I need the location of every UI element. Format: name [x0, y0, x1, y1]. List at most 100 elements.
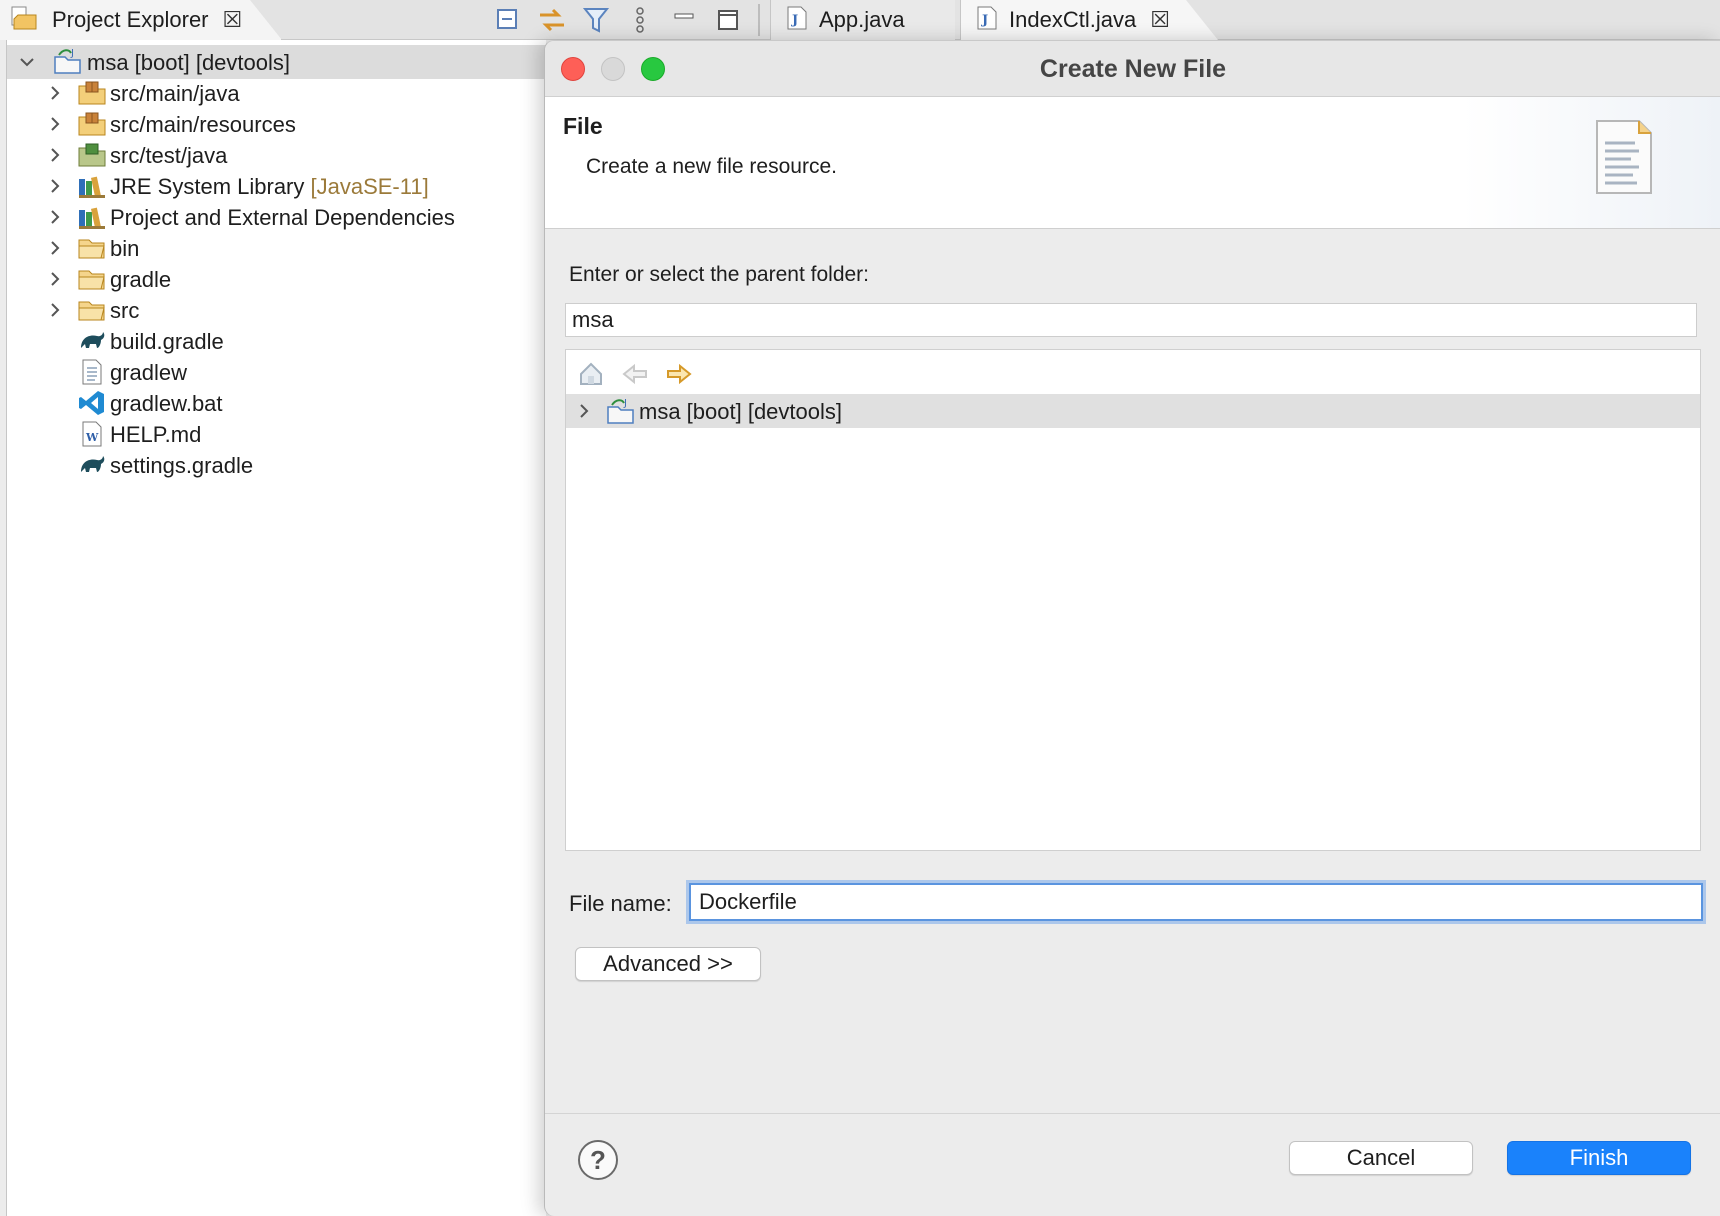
cancel-button[interactable]: Cancel — [1289, 1141, 1473, 1175]
source-folder-icon — [77, 79, 107, 107]
divider — [545, 1113, 1720, 1114]
view-menu-icon[interactable] — [622, 2, 658, 38]
wizard-banner: File Create a new file resource. — [545, 97, 1720, 229]
parent-folder-input[interactable] — [565, 303, 1697, 337]
library-icon — [77, 172, 107, 200]
tab-label: Project Explorer — [52, 7, 209, 32]
banner-title: File — [563, 113, 603, 139]
tree-nav-toolbar — [574, 356, 696, 392]
dialog-titlebar[interactable]: Create New File — [545, 41, 1720, 97]
home-icon[interactable] — [574, 357, 608, 391]
tree-item[interactable]: src/test/java — [7, 138, 547, 172]
banner-description: Create a new file resource. — [586, 155, 837, 178]
tree-item[interactable]: gradle — [7, 262, 547, 296]
word-file-icon: W — [77, 420, 107, 448]
tree-item[interactable]: src/main/resources — [7, 107, 547, 141]
tree-item-project[interactable]: J msa [boot] [devtools] — [566, 394, 1700, 428]
filter-icon[interactable] — [578, 2, 614, 38]
chevron-right-icon[interactable] — [45, 145, 65, 165]
view-toolbar — [490, 0, 746, 40]
link-with-editor-icon[interactable] — [534, 2, 570, 38]
chevron-right-icon[interactable] — [45, 300, 65, 320]
minimize-icon[interactable] — [666, 2, 702, 38]
java-file-icon: J — [785, 5, 809, 36]
file-name-label: File name: — [569, 891, 672, 916]
chevron-right-icon[interactable] — [45, 83, 65, 103]
vscode-file-icon — [77, 389, 107, 417]
folder-icon — [77, 234, 107, 262]
tree-item-label: JRE System Library [JavaSE-11] — [110, 174, 429, 199]
close-icon[interactable]: ☒ — [223, 7, 243, 33]
divider — [758, 4, 760, 36]
svg-text:J: J — [981, 13, 988, 28]
tree-item-label: src — [110, 298, 140, 323]
tree-item-decoration: [JavaSE-11] — [310, 174, 429, 199]
advanced-button[interactable]: Advanced >> — [575, 947, 761, 981]
help-icon[interactable]: ? — [578, 1140, 618, 1180]
tree-item[interactable]: W HELP.md — [7, 417, 547, 451]
tree-item-label: src/main/resources — [110, 112, 296, 137]
tree-item-label: msa [boot] [devtools] — [639, 399, 842, 424]
svg-text:J: J — [623, 398, 627, 409]
create-new-file-dialog: Create New File File Create a new file r… — [544, 40, 1720, 1216]
tree-item[interactable]: settings.gradle — [7, 448, 547, 482]
java-file-icon: J — [975, 5, 999, 36]
close-icon[interactable]: ☒ — [1150, 7, 1170, 33]
gradle-file-icon — [77, 451, 107, 479]
source-folder-icon — [77, 110, 107, 138]
back-arrow-icon[interactable] — [618, 357, 652, 391]
chevron-down-icon[interactable] — [17, 52, 37, 72]
chevron-right-icon[interactable] — [45, 238, 65, 258]
tree-item-label: gradlew.bat — [110, 391, 223, 416]
chevron-right-icon[interactable] — [45, 114, 65, 134]
tree-item[interactable]: build.gradle — [7, 324, 547, 358]
svg-text:J: J — [70, 48, 74, 59]
tree-item-label: src/test/java — [110, 143, 228, 168]
tree-item-label: msa [boot] [devtools] — [87, 50, 290, 75]
svg-text:J: J — [791, 13, 798, 28]
folder-icon — [77, 296, 107, 324]
tab-label: App.java — [819, 7, 905, 32]
svg-text:W: W — [85, 431, 99, 444]
tree-item-label: gradle — [110, 267, 172, 292]
tree-item[interactable]: gradlew — [7, 355, 547, 389]
tree-item-label: bin — [110, 236, 140, 261]
chevron-right-icon[interactable] — [45, 176, 65, 196]
tree-item[interactable]: bin — [7, 231, 547, 265]
collapse-all-icon[interactable] — [490, 2, 526, 38]
file-name-input[interactable] — [689, 883, 1703, 921]
tree-item[interactable]: src — [7, 293, 547, 327]
maximize-icon[interactable] — [710, 2, 746, 38]
library-icon — [77, 203, 107, 231]
tree-item-label: src/main/java — [110, 81, 240, 106]
dialog-title: Create New File — [1039, 55, 1227, 83]
project-icon: J — [606, 397, 636, 425]
tree-item[interactable]: Project and External Dependencies — [7, 200, 547, 234]
tree-item[interactable]: src/main/java — [7, 76, 547, 110]
finish-button[interactable]: Finish — [1507, 1141, 1691, 1175]
parent-folder-label: Enter or select the parent folder: — [569, 263, 869, 286]
tree-item[interactable]: JRE System Library [JavaSE-11] — [7, 169, 547, 203]
folder-icon — [77, 265, 107, 293]
project-icon: J — [53, 47, 83, 75]
project-explorer-tree: J msa [boot] [devtools] src/main/java src… — [6, 40, 547, 1216]
chevron-right-icon[interactable] — [45, 207, 65, 227]
top-tab-bar: Project Explorer ☒ J App.java J IndexCtl… — [0, 0, 1720, 40]
tab-project-explorer[interactable]: Project Explorer ☒ — [0, 0, 282, 40]
tree-item-project[interactable]: J msa [boot] [devtools] — [7, 45, 547, 79]
tree-item-label: settings.gradle — [110, 453, 254, 478]
tree-item[interactable]: gradlew.bat — [7, 386, 547, 420]
test-source-folder-icon — [77, 141, 107, 169]
project-explorer-icon — [10, 5, 40, 36]
chevron-right-icon[interactable] — [574, 401, 594, 421]
text-file-icon — [77, 358, 107, 386]
tab-app-java[interactable]: J App.java — [770, 0, 955, 40]
folder-tree[interactable]: J msa [boot] [devtools] — [565, 349, 1701, 851]
tree-item-label: HELP.md — [110, 422, 202, 447]
gradle-file-icon — [77, 327, 107, 355]
tree-item-label: gradlew — [110, 360, 188, 385]
chevron-right-icon[interactable] — [45, 269, 65, 289]
forward-arrow-icon[interactable] — [662, 357, 696, 391]
tree-item-label: Project and External Dependencies — [110, 205, 455, 230]
tab-indexctl-java[interactable]: J IndexCtl.java ☒ — [960, 0, 1218, 40]
